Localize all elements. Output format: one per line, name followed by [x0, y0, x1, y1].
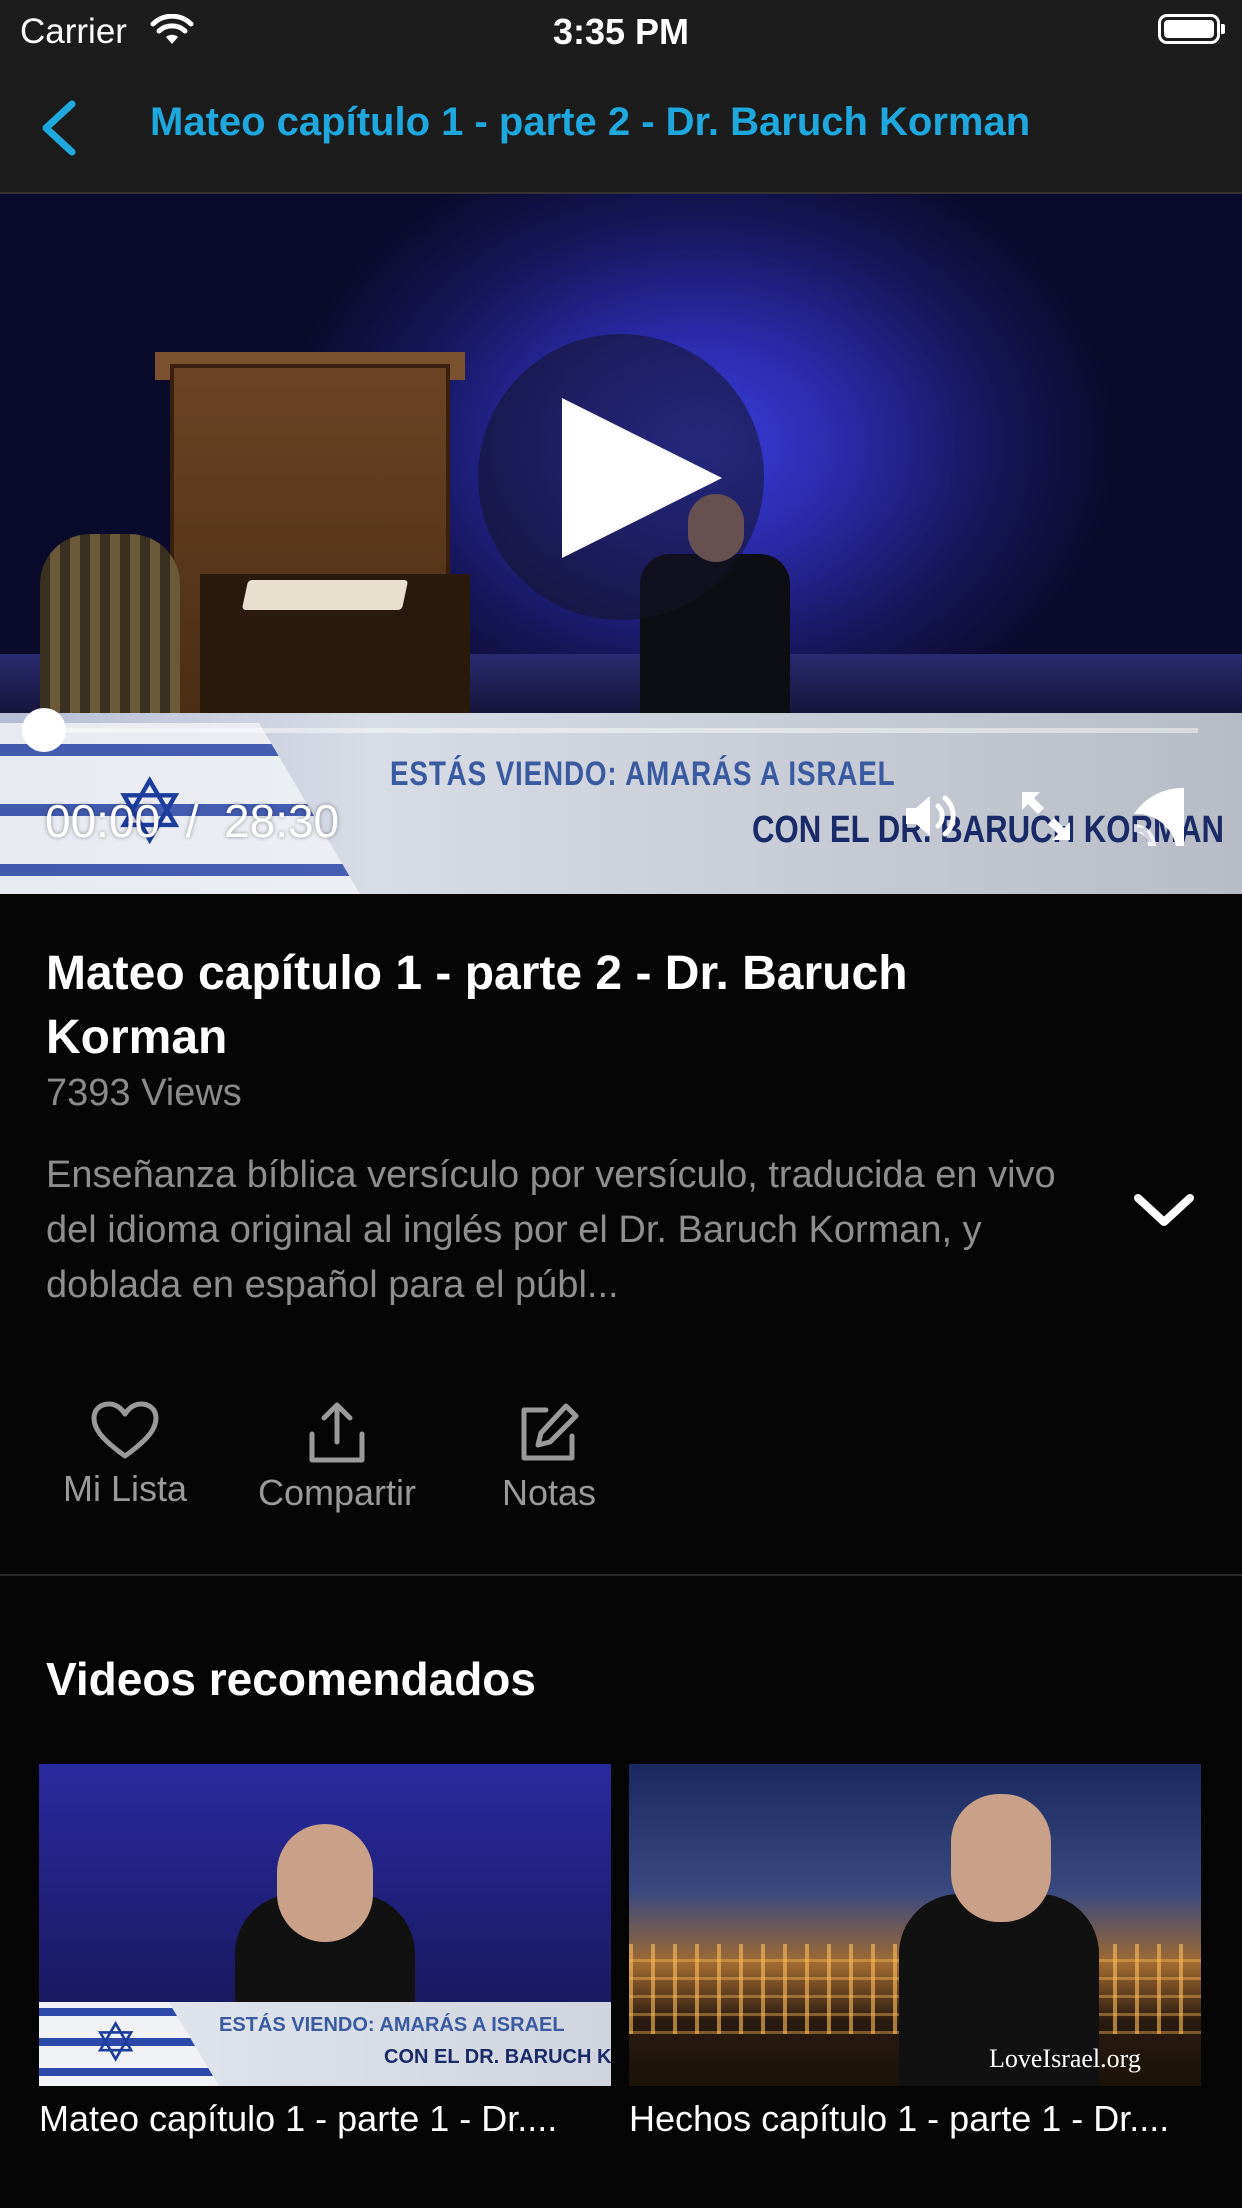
volume-icon[interactable]	[900, 786, 960, 846]
duration: 28:30	[224, 795, 340, 847]
time-display: 00:00 / 28:30	[45, 794, 339, 848]
video-description: Enseñanza bíblica versículo por versícul…	[46, 1154, 1056, 1306]
time-separator: /	[185, 795, 199, 847]
status-time: 3:35 PM	[552, 11, 690, 52]
my-list-button[interactable]: Mi Lista	[35, 1400, 215, 1510]
recommended-caption-2[interactable]: Hechos capítulo 1 - parte 1 - Dr....	[629, 2098, 1201, 2140]
star-of-david-icon: ✡	[93, 2013, 139, 2073]
recommended-caption-1[interactable]: Mateo capítulo 1 - parte 1 - Dr....	[39, 2098, 611, 2140]
heart-icon	[91, 1401, 159, 1459]
thumbnail-banner-line-1: ESTÁS VIENDO: AMARÁS A ISRAEL	[219, 2014, 565, 2036]
recommended-thumbnail-2[interactable]: LoveIsrael.org	[629, 1764, 1201, 2086]
thumbnail-banner-line-2: CON EL DR. BARUCH KORMAN	[384, 2046, 611, 2068]
notes-label: Notas	[501, 1472, 597, 1513]
recommended-heading: Videos recomendados	[46, 1653, 536, 1705]
thumbnail-banner: ✡ ESTÁS VIENDO: AMARÁS A ISRAEL CON EL D…	[39, 2002, 611, 2086]
cast-icon[interactable]	[1126, 784, 1190, 850]
section-divider	[0, 1574, 1242, 1576]
play-icon[interactable]	[562, 398, 722, 558]
my-list-label: Mi Lista	[62, 1468, 188, 1509]
banner-line-1: ESTÁS VIENDO: AMARÁS A ISRAEL	[390, 755, 896, 793]
share-button[interactable]: Compartir	[247, 1400, 427, 1514]
progress-knob[interactable]	[22, 708, 66, 752]
progress-track[interactable]	[44, 728, 1198, 733]
chevron-down-icon[interactable]	[1130, 1188, 1198, 1234]
video-title: Mateo capítulo 1 - parte 2 - Dr. Baruch …	[46, 947, 908, 1064]
current-time: 00:00	[45, 795, 161, 847]
battery-icon	[1158, 14, 1225, 44]
video-chair	[40, 534, 180, 734]
nav-title: Mateo capítulo 1 - parte 2 - Dr. Baruch …	[150, 100, 1031, 144]
share-label: Compartir	[257, 1472, 417, 1513]
thumbnail-presenter-head	[277, 1824, 373, 1942]
navigation-bar: Mateo capítulo 1 - parte 2 - Dr. Baruch …	[0, 62, 1242, 194]
recommended-thumbnail-1[interactable]: ✡ ESTÁS VIENDO: AMARÁS A ISRAEL CON EL D…	[39, 1764, 611, 2086]
notes-button[interactable]: Notas	[459, 1400, 639, 1514]
edit-icon	[521, 1403, 579, 1461]
view-count: 7393 Views	[46, 1072, 242, 1114]
video-book	[241, 580, 409, 610]
share-icon	[309, 1402, 365, 1463]
status-bar: Carrier 3:35 PM	[0, 0, 1242, 62]
back-chevron-icon[interactable]	[30, 92, 90, 162]
thumbnail-presenter-head	[951, 1794, 1051, 1922]
video-player[interactable]: ✡ ESTÁS VIENDO: AMARÁS A ISRAEL CON EL D…	[0, 194, 1242, 894]
fullscreen-icon[interactable]	[1016, 786, 1076, 846]
thumbnail-watermark: LoveIsrael.org	[989, 2044, 1141, 2073]
